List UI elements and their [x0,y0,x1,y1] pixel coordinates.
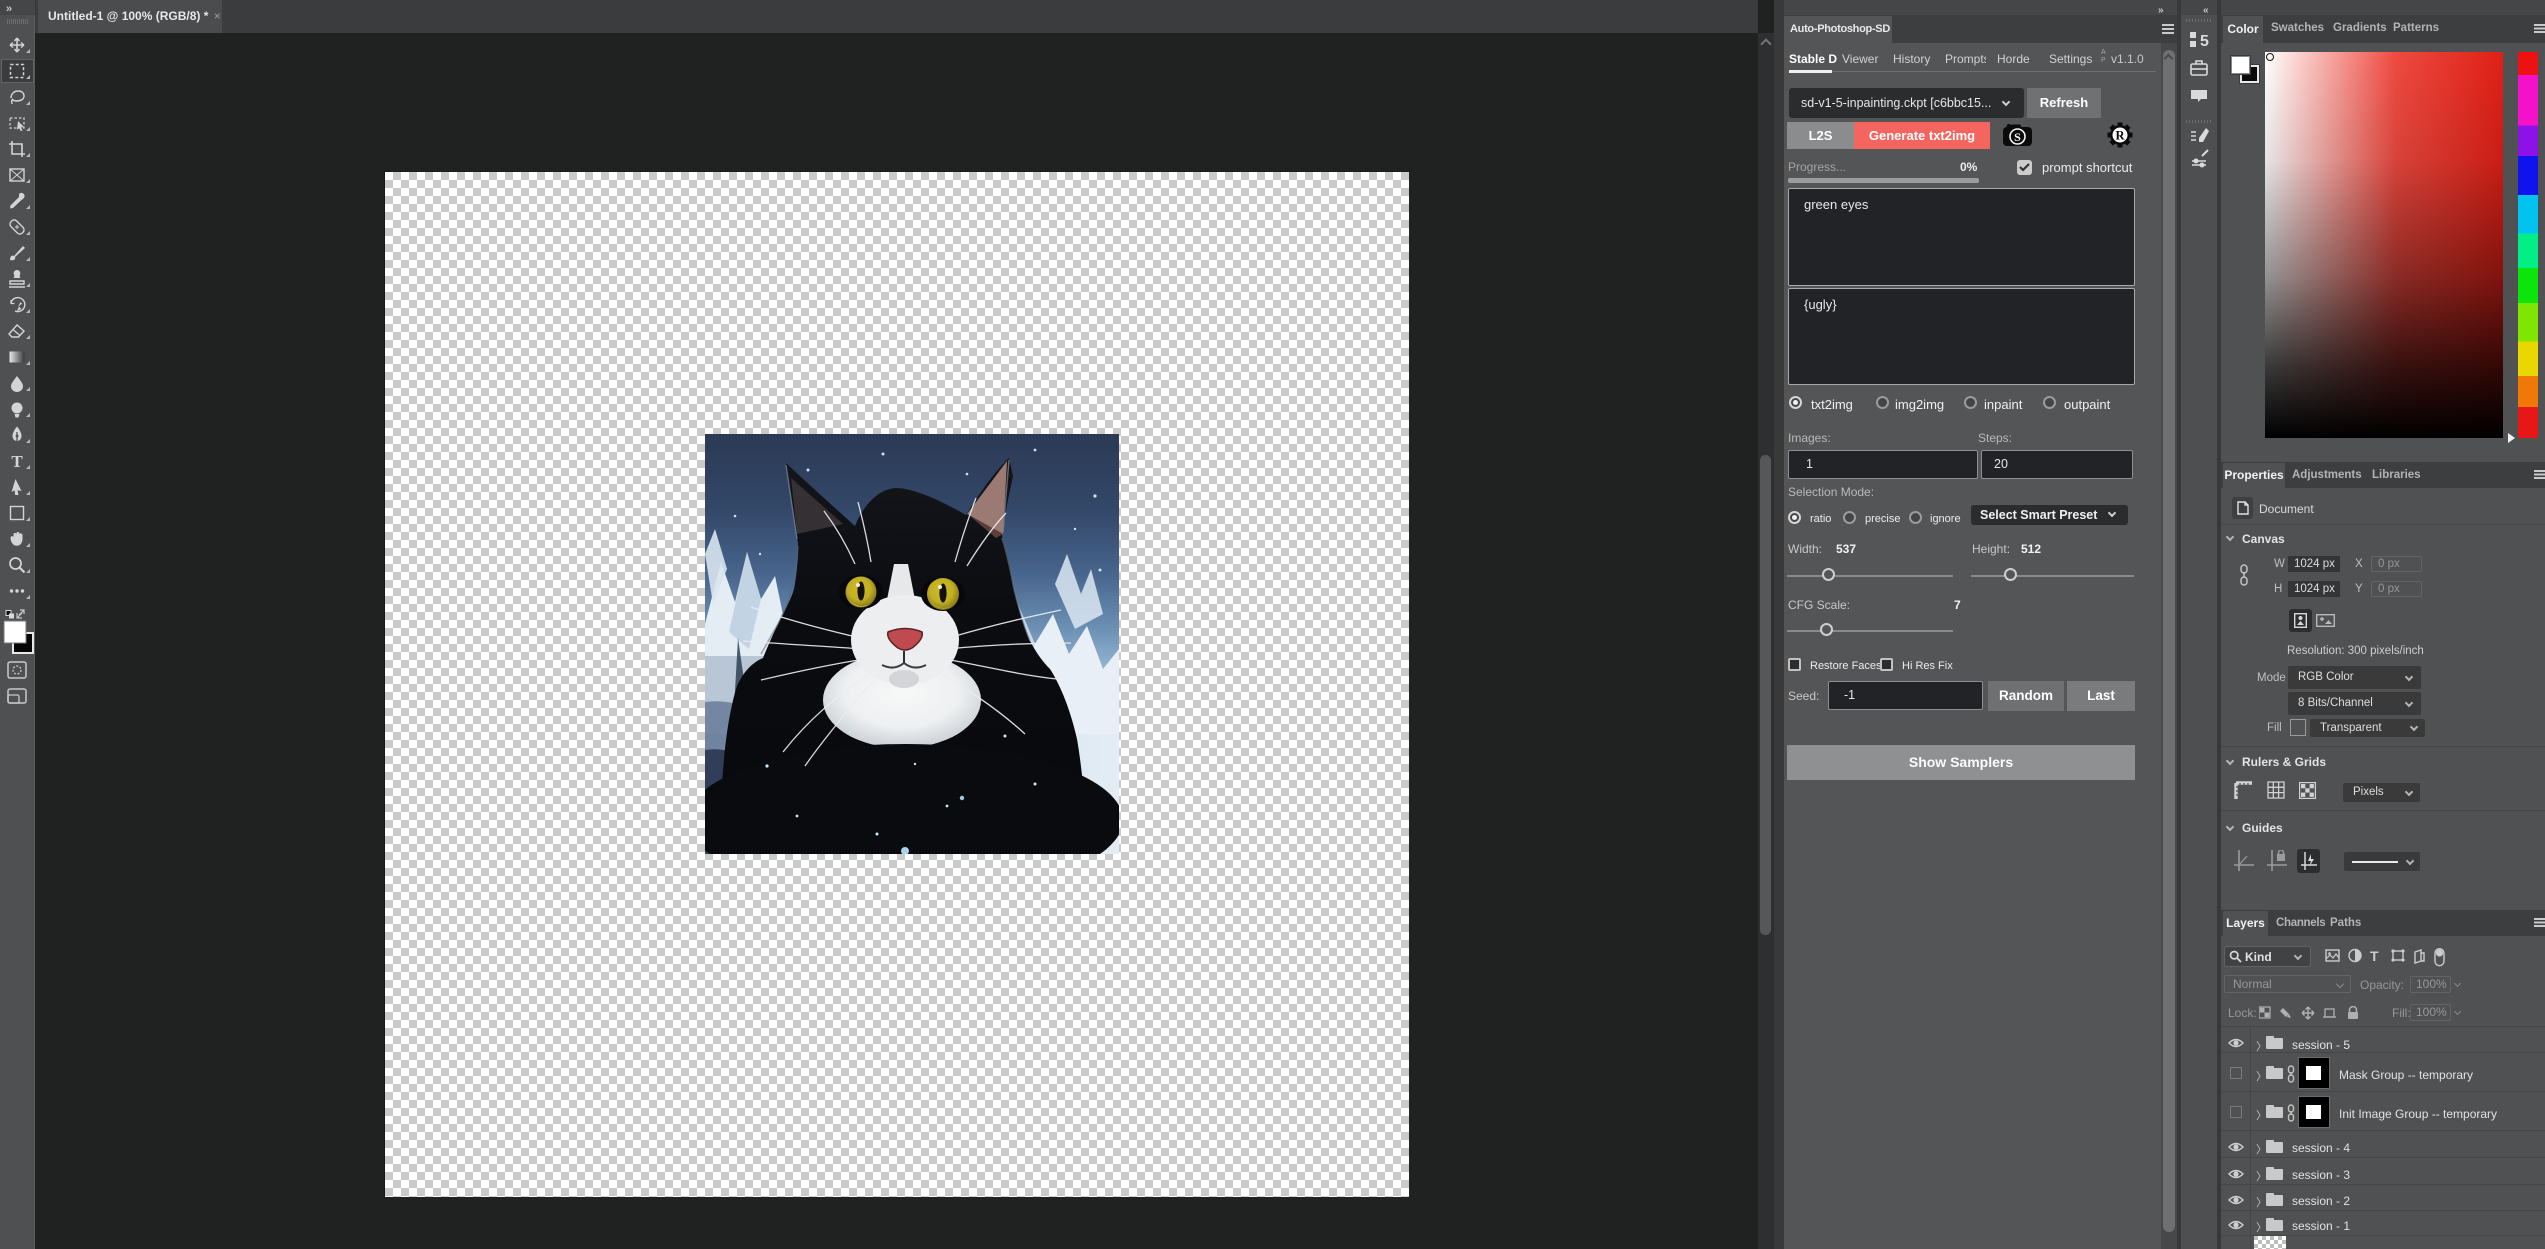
svg-text:R: R [2115,129,2125,143]
svg-text:S: S [2014,130,2021,144]
svg-text:T: T [2370,948,2379,964]
svg-text:T: T [11,452,23,471]
svg-text:5: 5 [2200,33,2209,50]
svg-text:»: » [6,3,12,15]
